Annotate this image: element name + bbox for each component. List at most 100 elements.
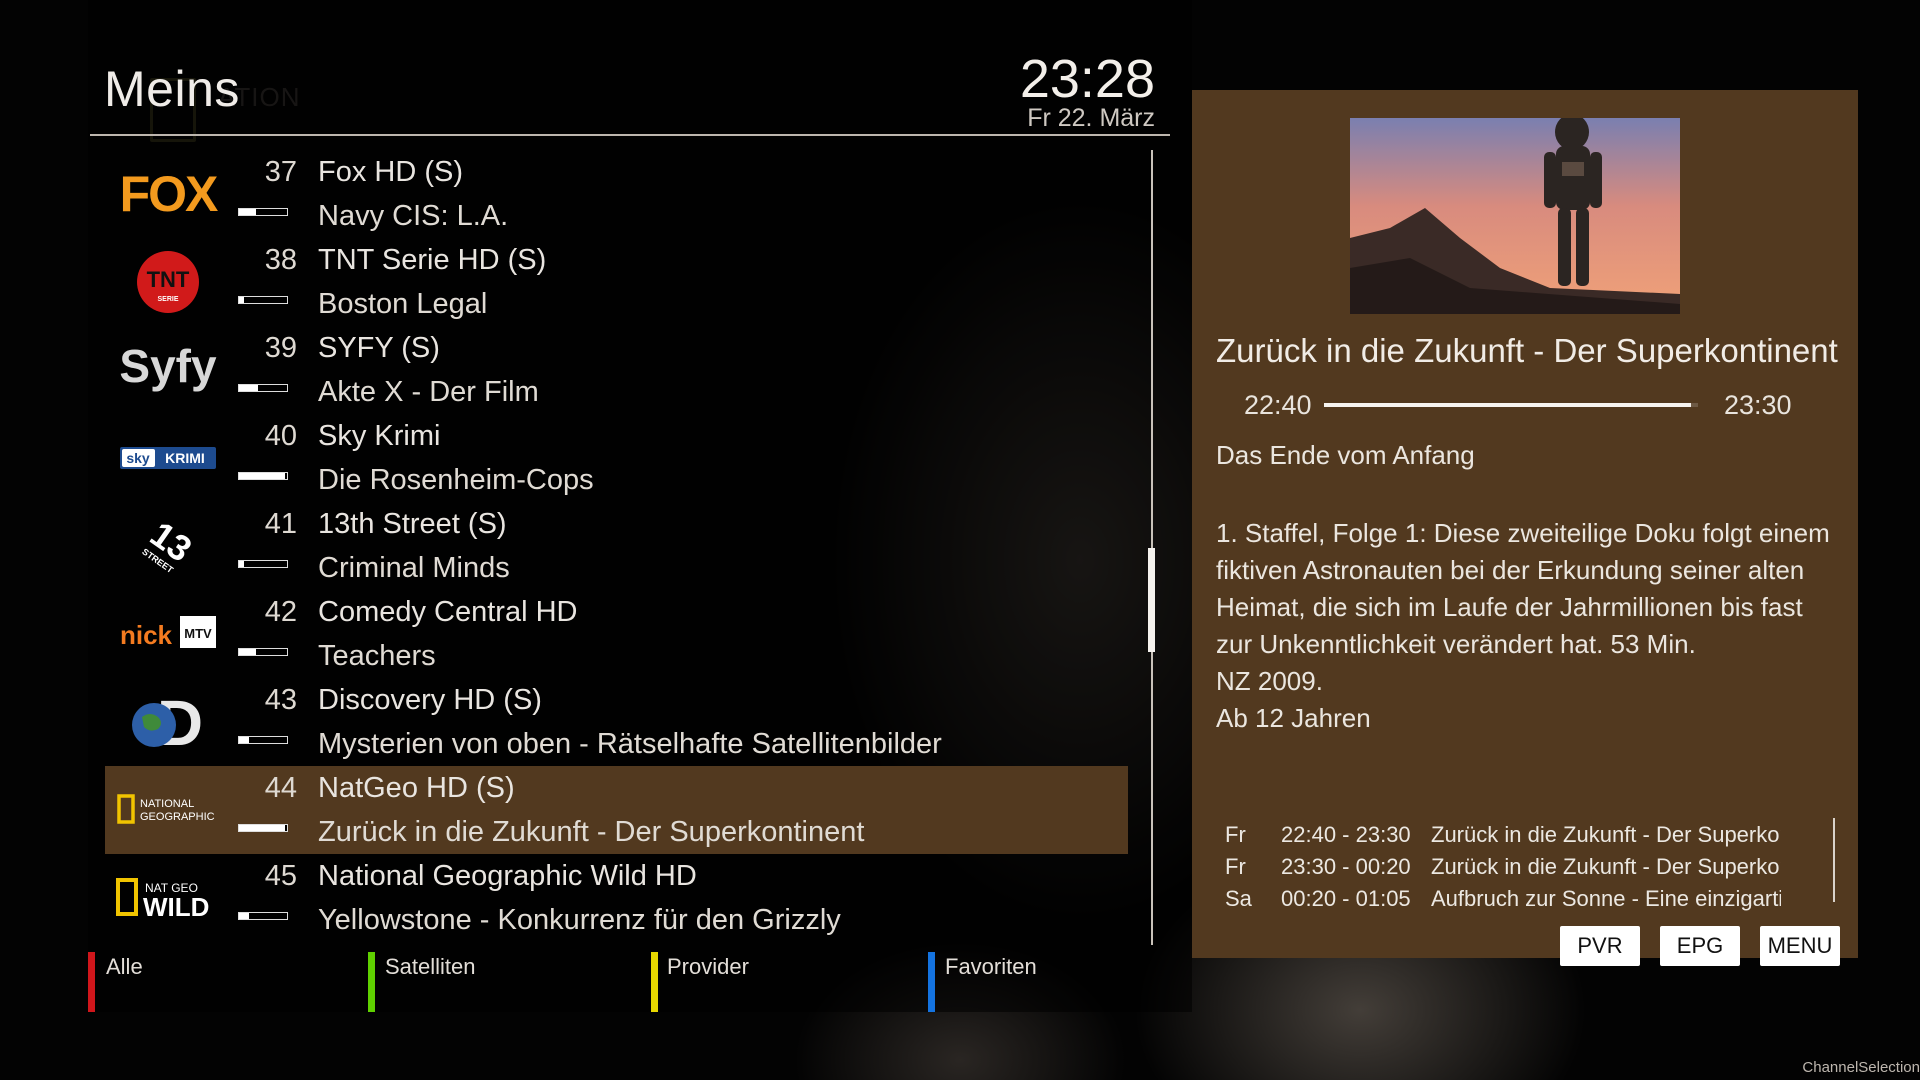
- pvr-button[interactable]: PVR: [1560, 926, 1640, 966]
- nat-geo-wild-logo: NAT GEO WILD: [113, 864, 223, 932]
- discovery-logo: D: [113, 688, 223, 756]
- event-subtitle: Das Ende vom Anfang: [1216, 440, 1475, 470]
- green-key-indicator: [368, 952, 375, 1012]
- screen-name-label: ChannelSelection: [1802, 1059, 1920, 1076]
- description-line: 1. Staffel, Folge 1: Diese zweiteilige D…: [1216, 518, 1830, 548]
- event-end-time: 23:30: [1724, 390, 1792, 420]
- channel-list: FOX 37 Fox HD (S) Navy CIS: L.A. TNT SERIE 38 T…: [105, 150, 1128, 942]
- event-progress-fill: [1324, 403, 1691, 407]
- event-progress-bar: [1324, 403, 1698, 407]
- program-progress-bar: [238, 912, 288, 920]
- epg-time: 23:30 - 00:20: [1281, 854, 1411, 879]
- channel-row-44[interactable]: NATIONAL GEOGRAPHIC 44 NatGeo HD (S) Zurück …: [105, 766, 1128, 854]
- description-line: Ab 12 Jahren: [1216, 703, 1371, 733]
- channel-name: National Geographic Wild HD: [318, 860, 697, 892]
- svg-text:NATIONAL: NATIONAL: [140, 798, 194, 810]
- event-description: 1. Staffel, Folge 1: Diese zweiteilige D…: [1216, 515, 1836, 737]
- channel-name: Sky Krimi: [318, 420, 441, 452]
- menu-button[interactable]: MENU: [1760, 926, 1840, 966]
- channel-list-scrollbar-thumb[interactable]: [1148, 548, 1155, 652]
- program-progress-bar: [238, 384, 288, 392]
- channel-row-45[interactable]: NAT GEO WILD 45 National Geographic Wild HD…: [105, 854, 1128, 942]
- channel-row-42[interactable]: nick MTV 42 Comedy Central HD Teachers: [105, 590, 1128, 678]
- program-progress-fill: [239, 385, 259, 391]
- epg-day: Fr: [1225, 822, 1246, 847]
- channel-row-40[interactable]: sky KRIMI 40 Sky Krimi Die Rosenheim-Cops: [105, 414, 1128, 502]
- green-key-satelliten[interactable]: Satelliten: [385, 954, 476, 980]
- epg-scrollbar[interactable]: [1833, 818, 1835, 902]
- channel-row-38[interactable]: TNT SERIE 38 TNT Serie HD (S) Boston Legal: [105, 238, 1128, 326]
- channel-name: NatGeo HD (S): [318, 772, 515, 804]
- yellow-key-indicator: [651, 952, 658, 1012]
- epg-title: Aufbruch zur Sonne - Eine einzigartige: [1431, 886, 1781, 911]
- red-key-indicator: [88, 952, 95, 1012]
- national-geographic-logo: NATIONAL GEOGRAPHIC: [113, 776, 223, 844]
- event-info-panel: Zurück in die Zukunft - Der Superkontine…: [1192, 90, 1858, 966]
- program-progress-bar: [238, 560, 288, 568]
- blue-key-indicator: [928, 952, 935, 1012]
- channel-number: 37: [264, 156, 297, 188]
- channel-number: 39: [264, 332, 297, 364]
- epg-time: 22:40 - 23:30: [1281, 822, 1411, 847]
- current-program: Teachers: [318, 640, 436, 672]
- channel-name: TNT Serie HD (S): [318, 244, 547, 276]
- yellow-key-provider[interactable]: Provider: [667, 954, 749, 980]
- program-progress-bar: [238, 648, 288, 656]
- current-program: Yellowstone - Konkurrenz für den Grizzly: [318, 904, 841, 936]
- channel-row-39[interactable]: Syfy 39 SYFY (S) Akte X - Der Film: [105, 326, 1128, 414]
- svg-text:nick: nick: [120, 620, 173, 650]
- program-progress-bar: [238, 296, 288, 304]
- event-start-time: 22:40: [1244, 390, 1312, 420]
- channel-name: Discovery HD (S): [318, 684, 542, 716]
- epg-day: Sa: [1225, 886, 1252, 911]
- channel-row-37[interactable]: FOX 37 Fox HD (S) Navy CIS: L.A.: [105, 150, 1128, 238]
- epg-title: Zurück in die Zukunft - Der Superkontine…: [1431, 822, 1781, 847]
- description-line: Heimat, die sich im Laufe der Jahrmillio…: [1216, 592, 1803, 622]
- svg-text:WILD: WILD: [143, 892, 209, 922]
- description-line: fiktiven Astronauten bei der Erkundung s…: [1216, 555, 1805, 585]
- header-divider: [90, 134, 1170, 136]
- channel-number: 42: [264, 596, 297, 628]
- date: Fr 22. März: [1027, 104, 1155, 132]
- nick-mtv-logo: nick MTV: [113, 600, 223, 668]
- svg-text:GEOGRAPHIC: GEOGRAPHIC: [140, 811, 215, 823]
- epg-title: Zurück in die Zukunft - Der Superkontine…: [1431, 854, 1781, 879]
- current-program: Mysterien von oben - Rätselhafte Satelli…: [318, 728, 942, 760]
- svg-text:SERIE: SERIE: [157, 296, 178, 303]
- program-progress-fill: [239, 737, 249, 743]
- channel-number: 41: [264, 508, 297, 540]
- channel-number: 45: [264, 860, 297, 892]
- red-key-alle[interactable]: Alle: [106, 954, 143, 980]
- epg-button[interactable]: EPG: [1660, 926, 1740, 966]
- clock: 23:28: [1019, 49, 1155, 109]
- logo-text: FOX: [120, 169, 218, 219]
- bouquet-title: Meins: [104, 61, 240, 117]
- program-progress-fill: [239, 649, 256, 655]
- channel-row-43[interactable]: D 43 Discovery HD (S) Mysterien von oben - …: [105, 678, 1128, 766]
- svg-text:TNT: TNT: [147, 267, 190, 292]
- channel-number: 43: [264, 684, 297, 716]
- program-progress-fill: [239, 825, 285, 831]
- channel-number: 44: [264, 772, 297, 804]
- channel-row-41[interactable]: 13 STREET 41 13th Street (S) Criminal Minds: [105, 502, 1128, 590]
- channel-number: 40: [264, 420, 297, 452]
- channel-name: 13th Street (S): [318, 508, 507, 540]
- program-progress-bar: [238, 824, 288, 832]
- program-progress-bar: [238, 736, 288, 744]
- description-line: zur Unkenntlichkeit verändert hat. 53 Mi…: [1216, 629, 1696, 659]
- current-program: Navy CIS: L.A.: [318, 200, 509, 232]
- channel-name: SYFY (S): [318, 332, 440, 364]
- current-program: Criminal Minds: [318, 552, 510, 584]
- event-title: Zurück in die Zukunft - Der Superkontine…: [1216, 332, 1838, 369]
- tnt-serie-logo: TNT SERIE: [113, 248, 223, 316]
- program-progress-fill: [239, 561, 244, 567]
- svg-text:Syfy: Syfy: [119, 340, 217, 392]
- current-program: Akte X - Der Film: [318, 376, 539, 408]
- program-progress-bar: [238, 208, 288, 216]
- current-program: Zurück in die Zukunft - Der Superkontine…: [318, 816, 865, 848]
- blue-key-favoriten[interactable]: Favoriten: [945, 954, 1037, 980]
- svg-text:KRIMI: KRIMI: [165, 450, 205, 466]
- program-progress-fill: [239, 297, 244, 303]
- event-thumbnail: [1350, 118, 1680, 314]
- description-line: NZ 2009.: [1216, 666, 1323, 696]
